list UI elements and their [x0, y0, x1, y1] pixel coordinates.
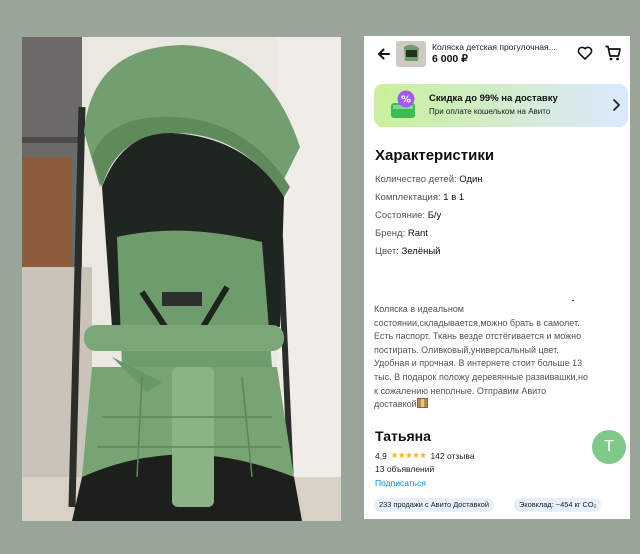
spec-row-children: Количество детей: Один	[375, 174, 483, 185]
delivery-discount-banner[interactable]: % Скидка до 99% на доставку При оплате к…	[374, 84, 628, 127]
description-line: Коляска в идеальном	[374, 304, 464, 314]
spec-row-color: Цвет: Зелёный	[375, 246, 441, 257]
listing-price: 6 000 ₽	[432, 53, 468, 65]
sales-badge: 233 продажи с Авито Доставкой	[374, 498, 494, 512]
spec-key: Состояние:	[375, 210, 426, 221]
description-line-last: доставкой	[374, 398, 626, 412]
seller-ads-count[interactable]: 13 объявлений	[375, 464, 434, 474]
seller-avatar[interactable]: Т	[592, 430, 626, 464]
spec-value: Один	[459, 174, 483, 185]
description-line: доставкой	[374, 399, 417, 410]
specs-heading: Характеристики	[375, 147, 495, 164]
promo-subtitle: При оплате кошельком на Авито	[429, 107, 551, 116]
subscribe-link[interactable]: Подписаться	[375, 478, 426, 488]
stroller-photo-illustration	[22, 37, 341, 521]
description-line: к сожалению неполные. Отправим Авито	[374, 385, 547, 396]
package-icon	[416, 398, 428, 409]
spec-key: Комплектация:	[375, 192, 441, 203]
spec-value: Зелёный	[401, 246, 441, 257]
listing-screen: Коляска детская прогулочная... 6 000 ₽ %…	[364, 36, 630, 519]
top-bar: Коляска детская прогулочная... 6 000 ₽	[364, 36, 630, 74]
spec-row-brand: Бренд: Rant	[375, 228, 428, 239]
rating-value: 4,9	[375, 450, 387, 461]
seller-rating[interactable]: 4,9 ★★★★★ 142 отзыва	[375, 450, 475, 461]
description-line: тыс. В подарок положу деревянные развива…	[374, 371, 588, 382]
reviews-count: 142 отзыва	[430, 450, 475, 461]
spec-key: Цвет:	[375, 246, 399, 257]
description-line: Есть паспорт. Ткань везде отстёгивается …	[374, 331, 582, 342]
heart-icon[interactable]	[577, 45, 593, 61]
listing-title: Коляска детская прогулочная...	[432, 42, 556, 52]
rating-stars-icon: ★★★★★	[390, 450, 427, 460]
wallet-percent-icon: %	[391, 90, 415, 118]
spec-value: Б/у	[427, 210, 442, 221]
description-line: Удобная и прочная. В интернете стоит бол…	[374, 358, 583, 369]
listing-thumbnail[interactable]	[396, 41, 426, 67]
cart-icon[interactable]	[604, 44, 622, 62]
description-line: состоянии,складывается,можно брать в сам…	[374, 317, 580, 328]
listing-description: Коляска в идеальном состоянии,складывает…	[374, 303, 626, 412]
promo-title: Скидка до 99% на доставку	[429, 93, 558, 104]
eco-badge: Эковклад: ~454 кг CO₂	[514, 498, 602, 512]
description-line: постирать. Оливковый,универсальный цвет.	[374, 344, 559, 355]
spec-value: Rant	[407, 228, 428, 239]
percent-symbol: %	[401, 95, 411, 106]
spec-key: Бренд:	[375, 228, 406, 239]
spec-value: 1 в 1	[443, 192, 465, 203]
separator-dot	[572, 300, 574, 301]
product-photo	[22, 37, 341, 521]
seller-name[interactable]: Татьяна	[375, 428, 431, 444]
chevron-right-icon	[613, 99, 620, 111]
spec-row-condition: Состояние: Б/у	[375, 210, 441, 221]
spec-row-set: Комплектация: 1 в 1	[375, 192, 464, 203]
arrow-left-icon[interactable]	[374, 44, 394, 64]
spec-key: Количество детей:	[375, 174, 457, 185]
